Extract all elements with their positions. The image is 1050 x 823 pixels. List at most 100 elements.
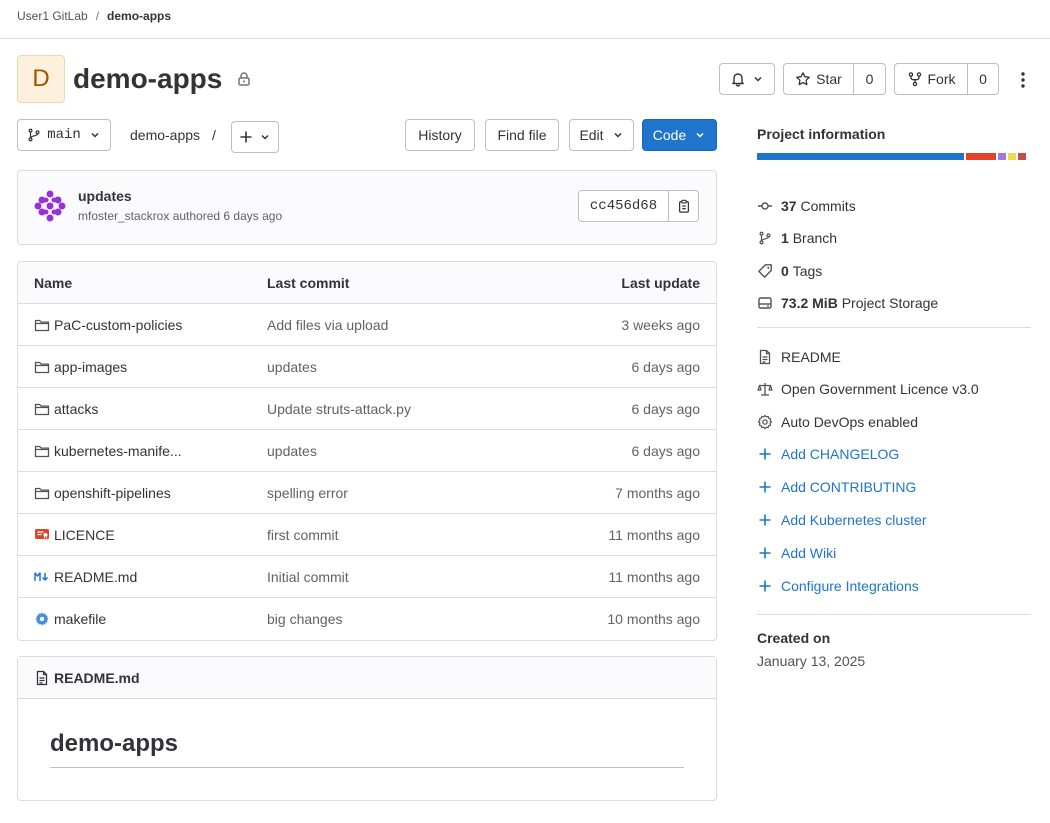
auto-devops-link[interactable]: Auto DevOps enabled	[757, 412, 918, 432]
breadcrumb: User1 GitLab / demo-apps	[17, 8, 171, 24]
table-row[interactable]: makefile big changes 10 months ago	[18, 598, 716, 640]
star-label: Star	[816, 71, 842, 87]
file-name-cell: openshift-pipelines	[34, 472, 171, 513]
file-name-cell: kubernetes-manife...	[34, 430, 182, 471]
last-update-time: 10 months ago	[607, 611, 700, 627]
file-name-link[interactable]: makefile	[54, 611, 106, 627]
file-icon	[34, 670, 50, 686]
table-row[interactable]: kubernetes-manife... updates 6 days ago	[18, 430, 716, 472]
file-name-link[interactable]: PaC-custom-policies	[54, 317, 182, 333]
settings-icon	[757, 414, 773, 430]
file-name-cell: attacks	[34, 388, 98, 429]
commit-sha-link[interactable]: cc456d68	[579, 191, 669, 221]
notification-dropdown[interactable]	[719, 63, 775, 95]
table-row[interactable]: app-images updates 6 days ago	[18, 346, 716, 388]
project-title: demo-apps	[73, 63, 223, 94]
file-name-link[interactable]: attacks	[54, 401, 98, 417]
last-commit-link[interactable]: updates	[267, 430, 317, 471]
star-button[interactable]: Star	[784, 64, 853, 94]
last-commit-link[interactable]: Update struts-attack.py	[267, 388, 411, 429]
file-name-link[interactable]: LICENCE	[54, 527, 115, 543]
breadcrumb-separator: /	[95, 9, 100, 23]
tag-icon	[757, 263, 773, 279]
language-segment[interactable]	[966, 153, 996, 160]
table-row[interactable]: attacks Update struts-attack.py 6 days ago	[18, 388, 716, 430]
history-button[interactable]: History	[405, 119, 475, 151]
add-wiki-link[interactable]: Add Wiki	[757, 543, 836, 563]
copy-sha-button[interactable]	[669, 191, 698, 221]
add-to-tree-dropdown[interactable]	[231, 121, 279, 153]
file-table-body: PaC-custom-policies Add files via upload 3…	[18, 304, 716, 640]
last-commit-link[interactable]: Add files via upload	[267, 304, 388, 345]
fork-count[interactable]: 0	[967, 64, 998, 94]
last-update-time: 6 days ago	[631, 358, 701, 375]
fork-button[interactable]: Fork	[895, 64, 967, 94]
licence-link[interactable]: Open Government Licence v3.0	[757, 379, 979, 399]
tags-link[interactable]: 0 Tags	[757, 261, 822, 281]
chevron-down-icon	[259, 131, 271, 143]
file-name-link[interactable]: app-images	[54, 359, 127, 375]
tags-count: 0	[781, 263, 789, 279]
star-count[interactable]: 0	[853, 64, 885, 94]
add-kubernetes-link[interactable]: Add Kubernetes cluster	[757, 510, 927, 530]
file-name-cell: app-images	[34, 346, 127, 387]
branch-count: 1	[781, 230, 789, 246]
author-avatar[interactable]	[34, 190, 66, 222]
code-dropdown[interactable]: Code	[642, 119, 717, 151]
table-row[interactable]: openshift-pipelines spelling error 7 month…	[18, 472, 716, 514]
language-segment[interactable]	[1007, 153, 1016, 160]
add-contributing-link[interactable]: Add CONTRIBUTING	[757, 477, 916, 497]
table-row[interactable]: LICENCE first commit 11 months ago	[18, 514, 716, 556]
add-changelog-label: Add CHANGELOG	[781, 446, 900, 462]
file-table-header: Name Last commit Last update	[18, 262, 716, 304]
file-name-link[interactable]: kubernetes-manife...	[54, 443, 182, 459]
auto-devops-label: Auto DevOps enabled	[781, 414, 918, 430]
last-commit-link[interactable]: Initial commit	[267, 556, 349, 597]
find-file-button[interactable]: Find file	[485, 119, 559, 151]
readme-link[interactable]: README	[757, 347, 841, 367]
storage-link[interactable]: 73.2 MiB Project Storage	[757, 293, 938, 313]
commit-title-link[interactable]: updates	[78, 188, 132, 204]
settings-file-icon	[34, 611, 50, 627]
breadcrumb-project-link[interactable]: demo-apps	[107, 9, 171, 23]
branch-switcher[interactable]: main	[17, 119, 111, 151]
chevron-down-icon	[89, 129, 101, 141]
last-update-time: 6 days ago	[631, 442, 701, 459]
commit-author-meta: mfoster_stackrox authored 6 days ago	[78, 209, 283, 223]
last-commit-link[interactable]: spelling error	[267, 472, 348, 513]
col-name-header: Name	[34, 274, 73, 291]
branch-icon	[27, 128, 41, 142]
project-information-title: Project information	[757, 126, 886, 142]
col-last-update-header: Last update	[621, 274, 700, 291]
language-segment[interactable]	[1017, 153, 1026, 160]
configure-integrations-link[interactable]: Configure Integrations	[757, 576, 919, 596]
branches-link[interactable]: 1 Branch	[757, 228, 837, 248]
table-row[interactable]: README.md Initial commit 11 months ago	[18, 556, 716, 598]
language-segment[interactable]	[757, 153, 965, 160]
table-row[interactable]: PaC-custom-policies Add files via upload 3…	[18, 304, 716, 346]
add-changelog-link[interactable]: Add CHANGELOG	[757, 444, 899, 464]
file-name-link[interactable]: README.md	[54, 569, 137, 585]
commits-link[interactable]: 37 Commits	[757, 196, 856, 216]
chevron-down-icon	[694, 129, 706, 141]
commit-sha-group: cc456d68	[578, 190, 699, 222]
language-segment[interactable]	[997, 153, 1006, 160]
repository-languages-bar[interactable]	[757, 153, 1031, 160]
readme-filename-link[interactable]: README.md	[54, 670, 140, 686]
copy-icon	[677, 199, 691, 213]
repo-path-root-link[interactable]: demo-apps	[130, 127, 200, 143]
file-name-link[interactable]: openshift-pipelines	[54, 485, 171, 501]
project-avatar[interactable]: D	[17, 55, 65, 103]
more-actions-button[interactable]	[1013, 71, 1033, 89]
last-commit-link[interactable]: big changes	[267, 598, 343, 640]
folder-icon	[34, 359, 50, 375]
tags-label: Tags	[792, 263, 823, 279]
branch-name: main	[47, 127, 81, 143]
plus-icon	[757, 446, 773, 462]
edit-dropdown[interactable]: Edit	[569, 119, 634, 151]
commit-icon	[757, 198, 773, 214]
breadcrumb-group-link[interactable]: User1 GitLab	[17, 9, 88, 23]
last-commit-link[interactable]: first commit	[267, 514, 339, 555]
last-commit-link[interactable]: updates	[267, 346, 317, 387]
plus-icon	[757, 479, 773, 495]
